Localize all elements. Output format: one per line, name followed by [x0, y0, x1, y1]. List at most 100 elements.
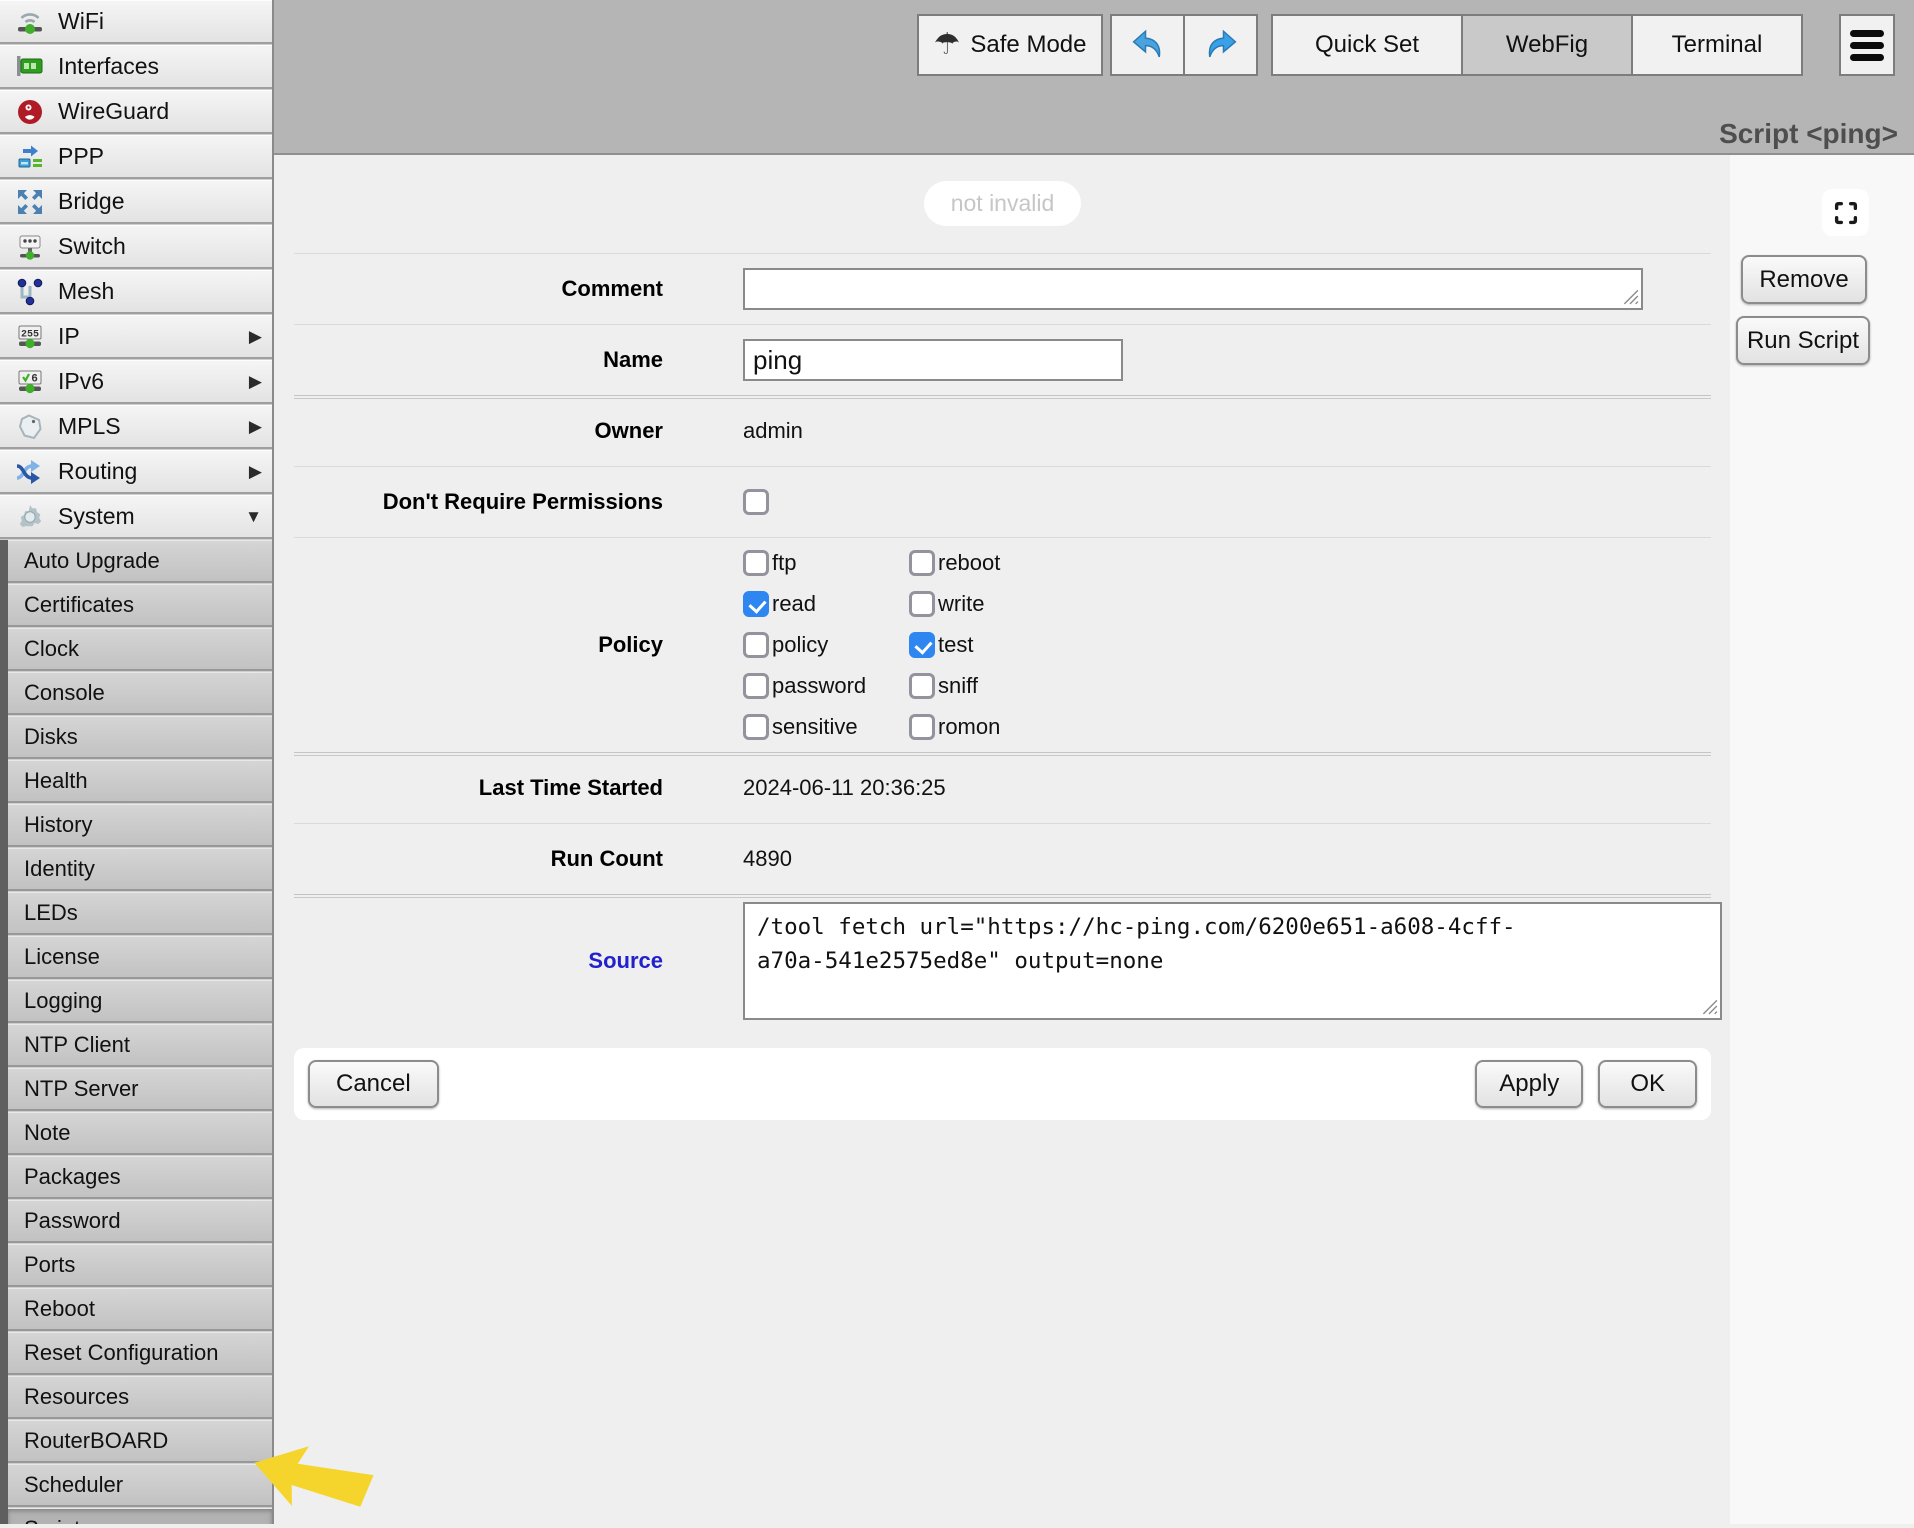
sidebar-item-label: Ports	[24, 1252, 75, 1278]
sidebar-item-routerboard[interactable]: RouterBOARD	[8, 1420, 272, 1463]
sidebar-item-logging[interactable]: Logging	[8, 980, 272, 1023]
sidebar-item-mesh[interactable]: Mesh	[0, 270, 272, 314]
sidebar-item-password[interactable]: Password	[8, 1200, 272, 1243]
source-row: Source /tool fetch url="https://hc-ping.…	[294, 894, 1711, 1026]
sidebar-item-label: Packages	[24, 1164, 121, 1190]
source-label[interactable]: Source	[294, 948, 663, 974]
policy-checkbox-grid: ftpreadpolicypasswordsensitiverebootwrit…	[743, 538, 1000, 752]
sidebar-item-system[interactable]: System▼	[0, 495, 272, 539]
sidebar-item-auto-upgrade[interactable]: Auto Upgrade	[8, 540, 272, 583]
sidebar-item-scripts[interactable]: Scripts	[8, 1508, 272, 1524]
source-field[interactable]: /tool fetch url="https://hc-ping.com/620…	[743, 902, 1722, 1020]
ok-button[interactable]: OK	[1598, 1060, 1697, 1108]
sidebar-item-ipv6[interactable]: 6IPv6▶	[0, 360, 272, 404]
sidebar-item-clock[interactable]: Clock	[8, 628, 272, 671]
sidebar-item-interfaces[interactable]: Interfaces	[0, 45, 272, 89]
sidebar-item-disks[interactable]: Disks	[8, 716, 272, 759]
sidebar-item-label: RouterBOARD	[24, 1428, 168, 1454]
undo-button[interactable]	[1110, 14, 1185, 76]
name-field[interactable]	[743, 339, 1123, 381]
sidebar-item-wireguard[interactable]: WireGuard	[0, 90, 272, 134]
policy-checkbox-label: policy	[772, 632, 828, 658]
sidebar-item-license[interactable]: License	[8, 936, 272, 979]
safe-mode-button[interactable]: ☂ Safe Mode	[917, 14, 1103, 76]
ppp-icon	[12, 141, 48, 173]
sidebar-item-ntp-server[interactable]: NTP Server	[8, 1068, 272, 1111]
policy-checkbox-label: test	[938, 632, 973, 658]
chevron-right-icon: ▶	[249, 372, 262, 392]
sidebar-item-health[interactable]: Health	[8, 760, 272, 803]
sidebar-item-label: LEDs	[24, 900, 78, 926]
policy-checkbox-ftp[interactable]	[743, 550, 769, 576]
run-count-label: Run Count	[294, 846, 663, 872]
sidebar-item-packages[interactable]: Packages	[8, 1156, 272, 1199]
sidebar-item-resources[interactable]: Resources	[8, 1376, 272, 1419]
fullscreen-button[interactable]	[1822, 189, 1869, 236]
run-count-row: Run Count 4890	[294, 823, 1711, 894]
tab-webfig[interactable]: WebFig	[1461, 14, 1633, 76]
comment-field[interactable]	[743, 268, 1643, 310]
sidebar-item-label: Note	[24, 1120, 70, 1146]
policy-checkbox-write[interactable]	[909, 591, 935, 617]
sidebar-item-ports[interactable]: Ports	[8, 1244, 272, 1287]
sidebar-item-identity[interactable]: Identity	[8, 848, 272, 891]
sidebar-item-ppp[interactable]: PPP	[0, 135, 272, 179]
sidebar-item-routing[interactable]: Routing▶	[0, 450, 272, 494]
sidebar-item-console[interactable]: Console	[8, 672, 272, 715]
sidebar-item-label: NTP Server	[24, 1076, 139, 1102]
sidebar-item-note[interactable]: Note	[8, 1112, 272, 1155]
sidebar-item-label: Reboot	[24, 1296, 95, 1322]
redo-button[interactable]	[1183, 14, 1258, 76]
policy-checkbox-romon[interactable]	[909, 714, 935, 740]
tab-quick-set[interactable]: Quick Set	[1271, 14, 1463, 76]
sidebar-item-label: Resources	[24, 1384, 129, 1410]
sidebar-item-reset-configuration[interactable]: Reset Configuration	[8, 1332, 272, 1375]
name-label: Name	[294, 347, 663, 373]
sidebar-item-label: IP	[58, 323, 80, 350]
dont-require-permissions-row: Don't Require Permissions	[294, 466, 1711, 537]
sidebar-item-label: Clock	[24, 636, 79, 662]
run-script-button[interactable]: Run Script	[1736, 316, 1870, 365]
cancel-button[interactable]: Cancel	[308, 1060, 439, 1108]
sidebar-item-label: Reset Configuration	[24, 1340, 218, 1366]
policy-checkbox-read[interactable]	[743, 591, 769, 617]
sidebar-item-scheduler[interactable]: Scheduler	[8, 1464, 272, 1507]
status-badge: not invalid	[924, 181, 1082, 226]
sidebar-item-ip[interactable]: 255IP▶	[0, 315, 272, 359]
sidebar-item-label: Routing	[58, 458, 137, 485]
umbrella-icon: ☂	[934, 30, 961, 60]
policy-checkbox-label: ftp	[772, 550, 796, 576]
sidebar-item-leds[interactable]: LEDs	[8, 892, 272, 935]
policy-checkbox-reboot[interactable]	[909, 550, 935, 576]
sidebar-item-switch[interactable]: Switch	[0, 225, 272, 269]
policy-checkbox-test[interactable]	[909, 632, 935, 658]
sidebar-item-reboot[interactable]: Reboot	[8, 1288, 272, 1331]
policy-checkbox-label: romon	[938, 714, 1000, 740]
remove-button[interactable]: Remove	[1741, 255, 1867, 304]
sidebar-item-bridge[interactable]: Bridge	[0, 180, 272, 224]
sidebar-item-label: PPP	[58, 143, 104, 170]
dont-require-permissions-checkbox[interactable]	[743, 489, 769, 515]
last-time-started-label: Last Time Started	[294, 775, 663, 801]
menu-button[interactable]	[1839, 14, 1895, 76]
apply-button[interactable]: Apply	[1475, 1060, 1583, 1108]
chevron-right-icon: ▶	[249, 417, 262, 437]
sidebar-item-wifi[interactable]: WiFi	[0, 0, 272, 44]
policy-checkbox-sensitive[interactable]	[743, 714, 769, 740]
sidebar-item-history[interactable]: History	[8, 804, 272, 847]
policy-checkbox-policy[interactable]	[743, 632, 769, 658]
policy-checkbox-label: sensitive	[772, 714, 858, 740]
sidebar-item-label: Identity	[24, 856, 95, 882]
sidebar-item-label: History	[24, 812, 92, 838]
fullscreen-icon	[1831, 198, 1861, 228]
name-row: Name	[294, 324, 1711, 395]
policy-checkbox-password[interactable]	[743, 673, 769, 699]
tab-terminal[interactable]: Terminal	[1631, 14, 1803, 76]
owner-value: admin	[743, 418, 803, 444]
sidebar-item-ntp-client[interactable]: NTP Client	[8, 1024, 272, 1067]
sidebar-item-mpls[interactable]: MPLS▶	[0, 405, 272, 449]
sidebar-item-certificates[interactable]: Certificates	[8, 584, 272, 627]
policy-checkbox-sniff[interactable]	[909, 673, 935, 699]
routing-icon	[12, 456, 48, 488]
owner-label: Owner	[294, 418, 663, 444]
